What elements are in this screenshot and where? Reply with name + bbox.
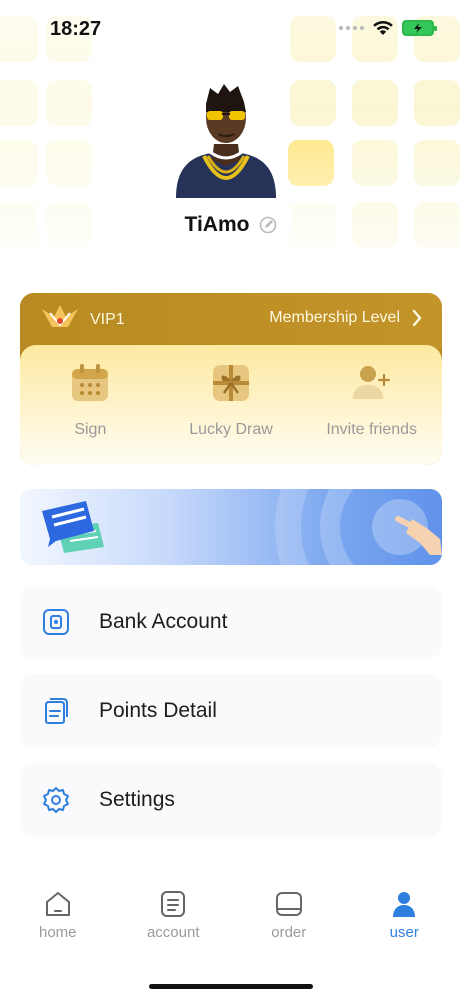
tab-home[interactable]: home xyxy=(0,890,116,960)
cellular-signal-icon xyxy=(339,26,364,30)
order-icon xyxy=(275,892,302,916)
gift-icon xyxy=(213,365,249,401)
calendar-icon xyxy=(72,364,109,401)
tab-bar: home account order user xyxy=(0,890,462,960)
menu-item-points-detail[interactable]: Points Detail xyxy=(20,674,442,748)
invite-friends-button[interactable]: Invite friends xyxy=(301,363,442,439)
username-row: TiAmo xyxy=(0,213,462,237)
status-icons xyxy=(339,20,437,36)
document-icon xyxy=(45,698,68,724)
sign-button[interactable]: Sign xyxy=(20,363,161,439)
account-icon xyxy=(161,891,186,917)
battery-icon xyxy=(402,20,437,36)
menu-item-settings[interactable]: Settings xyxy=(20,763,442,837)
menu-label: Points Detail xyxy=(99,699,217,722)
vip-actions-panel: Sign Lucky Draw Invite friends xyxy=(20,345,442,465)
menu-label: Settings xyxy=(99,788,175,811)
home-indicator[interactable] xyxy=(149,984,313,989)
lucky-draw-label: Lucky Draw xyxy=(189,421,273,438)
invite-friends-label: Invite friends xyxy=(326,421,418,438)
chat-bubbles-icon xyxy=(42,501,104,553)
vip-card: VIP1 Membership Level Sign Lucky Draw In… xyxy=(20,293,442,465)
tab-user[interactable]: user xyxy=(347,890,462,960)
tab-order[interactable]: order xyxy=(231,890,347,960)
home-icon xyxy=(45,892,70,916)
tab-order-label: order xyxy=(271,924,307,941)
tab-account-label: account xyxy=(146,924,200,941)
banner-artwork xyxy=(42,489,442,565)
status-bar: 18:27 xyxy=(0,0,462,60)
promo-banner[interactable] xyxy=(20,489,442,565)
chevron-right-icon xyxy=(412,309,422,327)
tab-home-label: home xyxy=(38,924,77,941)
tab-user-label: user xyxy=(389,924,419,941)
menu-label: Bank Account xyxy=(99,610,228,633)
lucky-draw-button[interactable]: Lucky Draw xyxy=(161,363,302,439)
vip-crown-icon xyxy=(42,305,78,327)
avatar[interactable] xyxy=(174,82,278,198)
tab-account[interactable]: account xyxy=(116,890,232,960)
bank-card-icon xyxy=(43,609,69,635)
gear-icon xyxy=(43,787,69,813)
vip-header[interactable]: VIP1 Membership Level xyxy=(20,293,442,349)
membership-level-label: Membership Level xyxy=(269,309,400,326)
wifi-icon xyxy=(373,20,393,35)
membership-level-link[interactable]: Membership Level xyxy=(269,309,422,327)
sign-label: Sign xyxy=(74,421,107,438)
menu-item-bank-account[interactable]: Bank Account xyxy=(20,585,442,659)
vip-level: VIP1 xyxy=(90,311,125,328)
status-time: 18:27 xyxy=(50,18,102,40)
username: TiAmo xyxy=(184,213,250,236)
edit-icon[interactable] xyxy=(259,216,277,234)
user-icon xyxy=(393,892,416,917)
add-user-icon xyxy=(352,366,390,399)
